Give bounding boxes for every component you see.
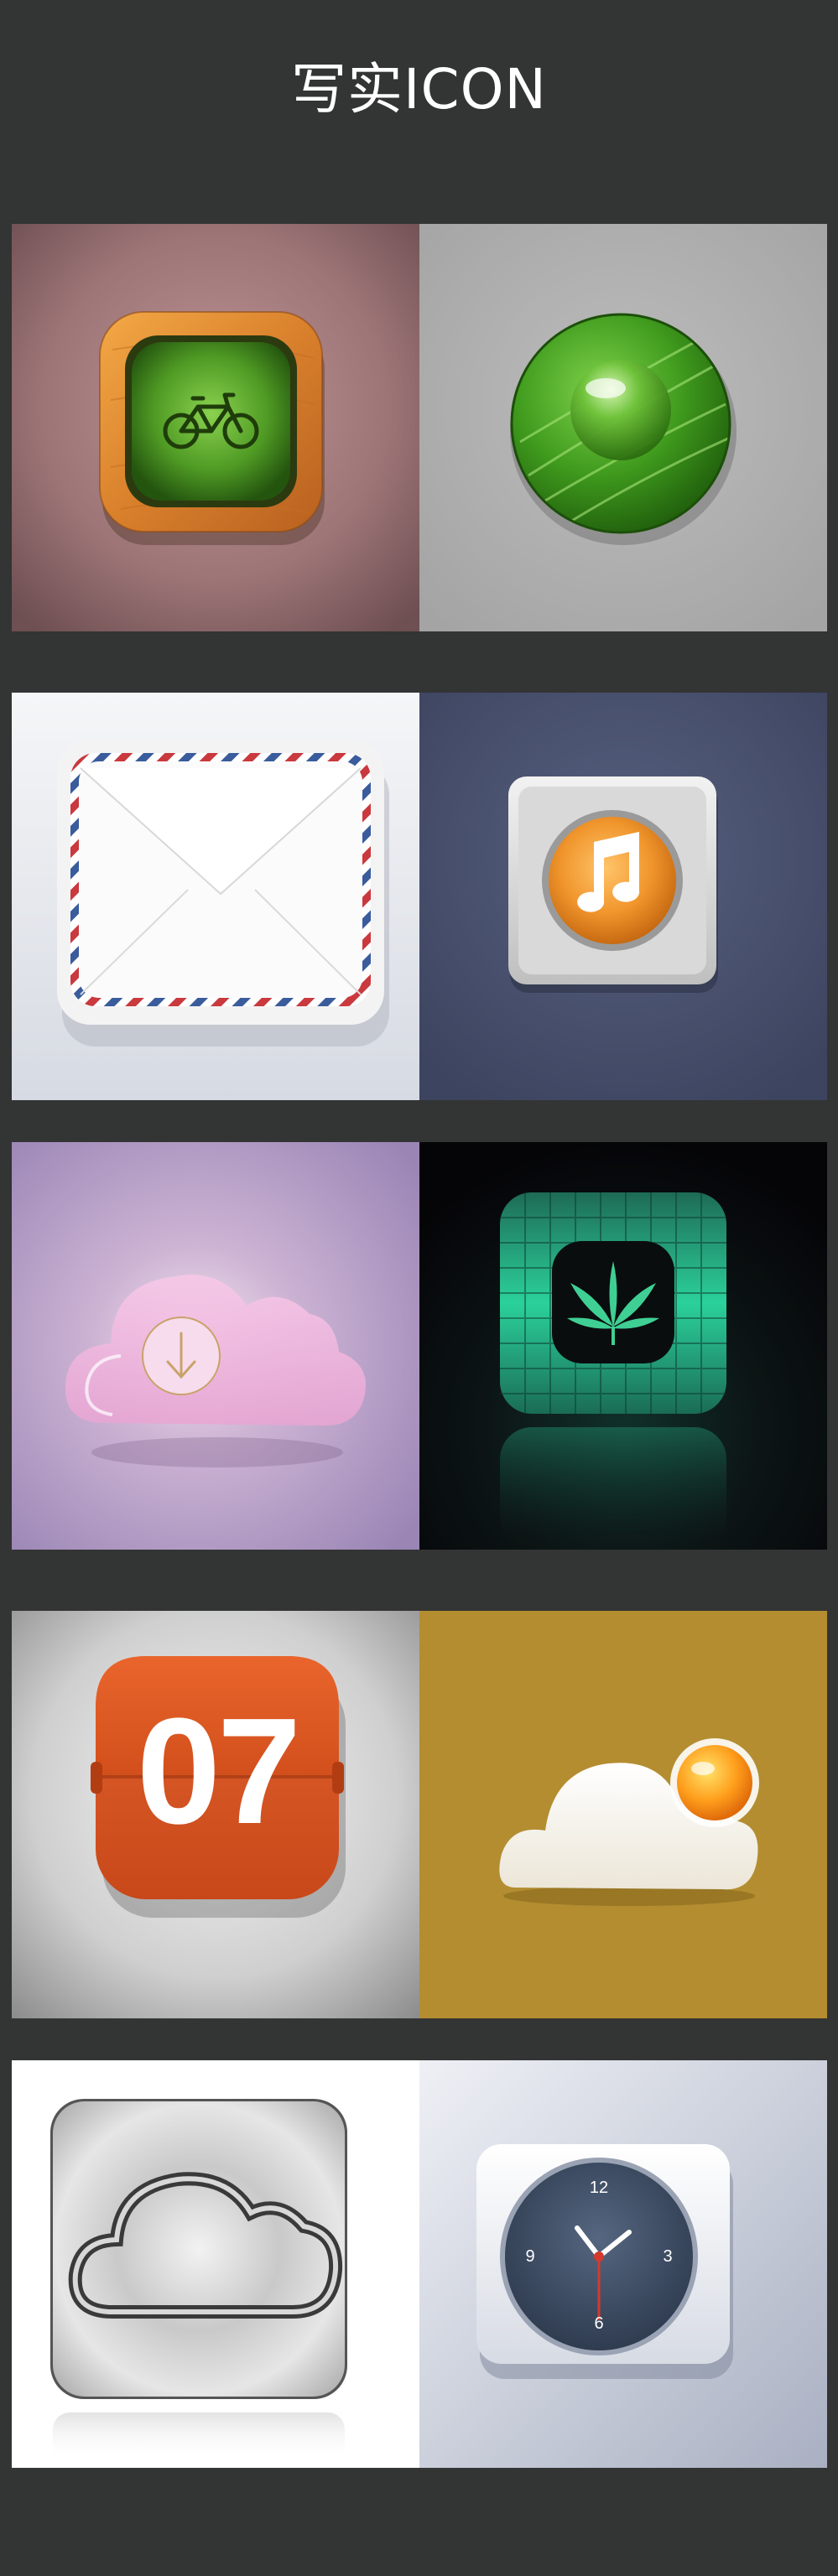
bicycle-icon — [99, 311, 325, 545]
clock-numeral-3: 3 — [663, 2247, 673, 2266]
icon-row-3 — [12, 1142, 827, 1550]
tile-icloud — [12, 2060, 419, 2468]
tile-bicycle — [12, 224, 419, 631]
leaf-emblem-icon — [500, 1192, 726, 1550]
icon-row-2 — [12, 693, 827, 1100]
icon-row-1 — [12, 224, 827, 631]
envelope-icon — [57, 740, 389, 1046]
tile-cloud-sun — [419, 1611, 827, 2018]
tile-cloud-download — [12, 1142, 419, 1550]
icon-row-5: 12 3 6 9 — [12, 2060, 827, 2468]
tile-leaf-emblem — [419, 1142, 827, 1550]
tile-envelope — [12, 693, 419, 1100]
calendar-day-number: 07 — [136, 1687, 301, 1856]
clock-numeral-9: 9 — [525, 2247, 535, 2266]
icon-row-4: 07 — [12, 1611, 827, 2018]
page-title: 写实ICON — [291, 57, 547, 122]
tile-leaf-drop — [419, 224, 827, 631]
tile-calendar: 07 — [12, 1611, 419, 2018]
music-icon — [508, 776, 718, 993]
tile-clock: 12 3 6 9 — [419, 2060, 827, 2468]
tile-music — [419, 693, 827, 1100]
clock-numeral-12: 12 — [589, 2179, 609, 2197]
clock-numeral-6: 6 — [594, 2314, 604, 2333]
